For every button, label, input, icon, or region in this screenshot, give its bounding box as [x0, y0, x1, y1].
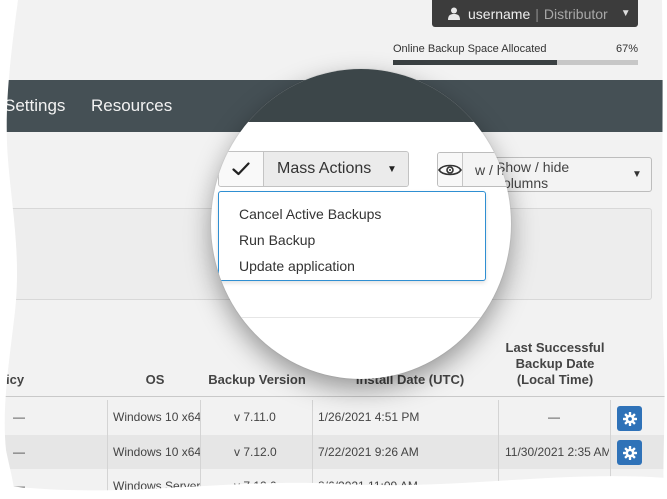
menu-item-run-backup[interactable]: Run Backup — [219, 227, 485, 253]
mass-actions-button[interactable]: Mass Actions ▼ — [218, 151, 409, 187]
checkmark-icon — [232, 162, 250, 176]
magnified-divider — [211, 317, 511, 318]
chevron-down-icon: ▼ — [376, 152, 408, 186]
menu-item-update-application[interactable]: Update application — [219, 253, 485, 279]
show-hide-columns-button[interactable]: w / hide columns — [437, 152, 511, 187]
eye-icon — [438, 153, 463, 186]
mass-actions-dropdown: Cancel Active Backups Run Backup Update … — [218, 191, 486, 281]
magnified-navbar — [211, 69, 511, 122]
mass-actions-label: Mass Actions — [264, 152, 376, 186]
magnifier-lens: Mass Actions ▼ w / hide columns Cancel A… — [211, 69, 511, 379]
menu-item-cancel-active-backups[interactable]: Cancel Active Backups — [219, 201, 485, 227]
show-hide-columns-label: w / hide columns — [475, 161, 511, 178]
select-all-checkbox[interactable] — [219, 152, 264, 186]
